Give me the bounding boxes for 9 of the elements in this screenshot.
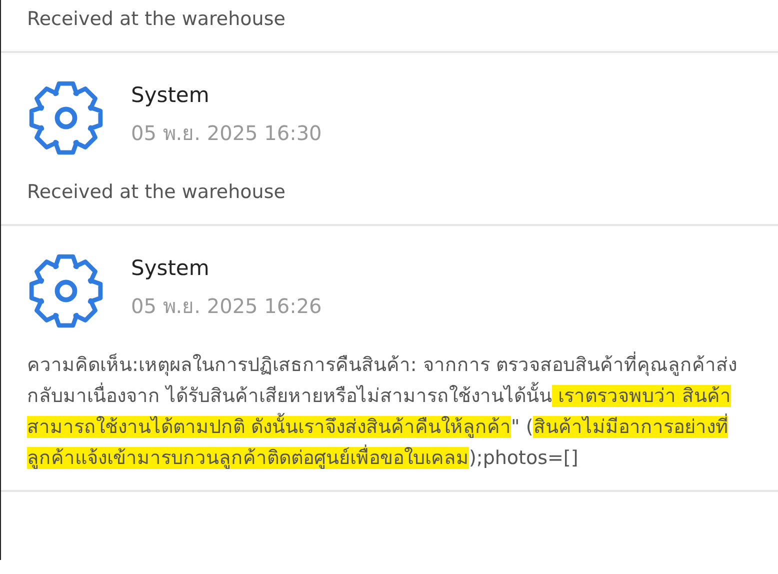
message-text: ความคิดเห็น:เหตุผลในการปฏิเสธการคืนสินค้า: จากการ ตรวจสอบสินค้าที่คุณลูกค้าส่งกลับมาเนื่องจาก ได้รับสินค้าเสียหายหรือไม่สามารถใช้งานได้นั้น เราตรวจพบว่า สินค้าสามารถใช้งานได้ตามปกติ ดังนั้นเราจึงส่งสินค้าคืนให้ลูกค้า" (สินค้าไม่มีอาการอย่างที่ลูกค้าแจ้งเข้ามารบกวนลูกค้าติดต่อศูนย์เพื่อขอใบเคลม);photos=[]	[27, 350, 750, 474]
message-text: Received at the warehouse	[27, 7, 286, 32]
gear-icon	[27, 79, 105, 157]
author-name: System	[131, 256, 210, 280]
timestamp: 05 พ.ย. 2025 16:30	[131, 120, 322, 147]
message-text: Received at the warehouse	[27, 180, 286, 205]
gear-icon	[27, 252, 105, 330]
timestamp: 05 พ.ย. 2025 16:26	[131, 293, 322, 320]
author-name: System	[131, 83, 210, 107]
